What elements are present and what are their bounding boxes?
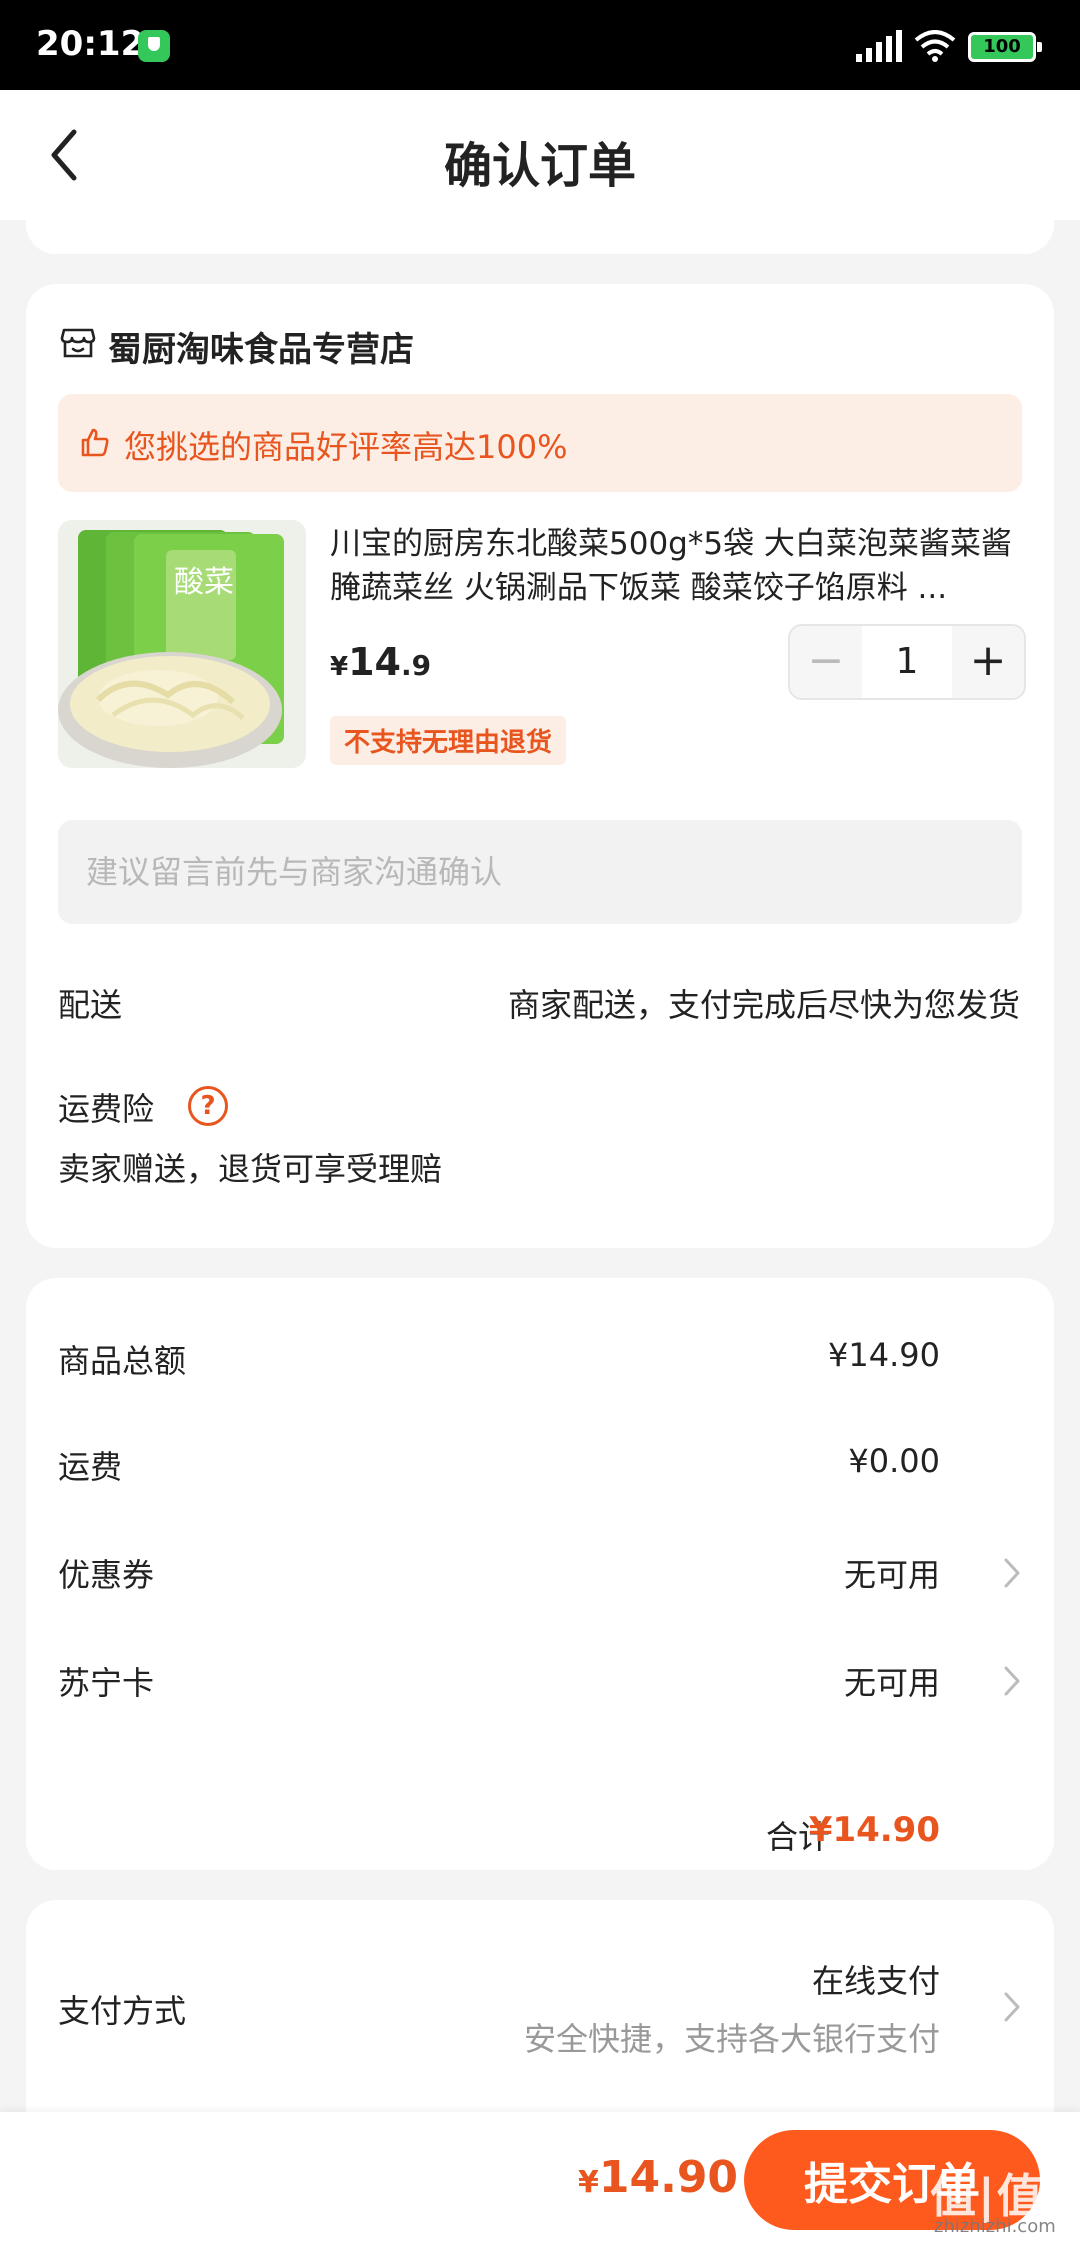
- quantity-decrease-button[interactable]: −: [790, 626, 862, 698]
- coupon-label: 优惠券: [58, 1556, 155, 1594]
- back-button[interactable]: [40, 120, 100, 190]
- shipping-insurance-description: 卖家赠送，退货可享受理赔: [58, 1150, 443, 1188]
- rating-banner: 您挑选的商品好评率高达100%: [58, 394, 1022, 492]
- product-title[interactable]: 川宝的厨房东北酸菜500g*5袋 大白菜泡菜酱菜酱腌蔬菜丝 火锅涮品下饭菜 酸菜…: [330, 522, 1030, 610]
- shield-icon: [138, 30, 170, 62]
- price-summary-card: 商品总额 ¥14.90 运费 ¥0.00 优惠券 无可用 苏宁卡 无可用 合计 …: [26, 1278, 1054, 1870]
- shop-card: 蜀厨淘味食品专营店 您挑选的商品好评率高达100% 酸菜 川宝的厨房东北酸菜50…: [26, 284, 1054, 1248]
- coupon-value: 无可用: [843, 1556, 940, 1594]
- status-time: 20:12: [36, 24, 145, 64]
- chevron-right-icon: [1004, 1666, 1020, 1696]
- suning-card-row[interactable]: 苏宁卡 无可用: [26, 1636, 1054, 1726]
- delivery-label: 配送: [58, 986, 123, 1024]
- help-icon[interactable]: ?: [188, 1086, 228, 1126]
- return-policy-badge: 不支持无理由退货: [330, 716, 567, 765]
- thumbs-up-icon: [81, 428, 109, 457]
- bottom-action-bar: ¥14.90 提交订单: [0, 2112, 1080, 2248]
- total-value: ¥14.90: [808, 1810, 940, 1850]
- product-image-graphic: 酸菜: [58, 520, 306, 768]
- product-price: ¥14.9: [330, 640, 431, 684]
- bottom-price-symbol: ¥: [578, 2165, 599, 2200]
- price-symbol: ¥: [330, 652, 349, 682]
- package-label: 酸菜: [174, 565, 234, 600]
- battery-indicator: 100: [968, 32, 1042, 62]
- chevron-right-icon: [1004, 1558, 1020, 1588]
- signal-icon: [856, 30, 902, 62]
- suning-card-label: 苏宁卡: [58, 1664, 155, 1702]
- chevron-right-icon: [1004, 1992, 1020, 2022]
- status-bar: 20:12 100: [0, 0, 1080, 90]
- price-decimal: .9: [400, 649, 432, 682]
- payment-method-label: 支付方式: [58, 1992, 187, 2030]
- payment-method-row[interactable]: 支付方式 在线支付 安全快捷，支持各大银行支付: [26, 1940, 1054, 2070]
- store-icon: [60, 328, 96, 358]
- bottom-total-price: ¥14.90: [578, 2152, 738, 2203]
- bottom-price-amount: 14.90: [598, 2152, 739, 2203]
- quantity-increase-button[interactable]: +: [952, 626, 1024, 698]
- delivery-value: 商家配送，支付完成后尽快为您发货: [507, 986, 1020, 1024]
- payment-method-value: 在线支付: [811, 1962, 940, 2000]
- price-integer: 14: [348, 640, 401, 684]
- rating-text: 您挑选的商品好评率高达100%: [124, 428, 568, 466]
- shipping-insurance-label: 运费险: [58, 1090, 155, 1128]
- shipping-fee-label: 运费: [58, 1448, 123, 1486]
- status-indicators: 100: [856, 0, 1080, 90]
- watermark-url: zhizhizhi.com: [934, 2216, 1056, 2237]
- order-note-input[interactable]: [58, 820, 1022, 924]
- product-image[interactable]: 酸菜: [58, 520, 306, 768]
- quantity-stepper: − 1 +: [788, 624, 1026, 700]
- suning-card-value: 无可用: [843, 1664, 940, 1702]
- goods-total-value: ¥14.90: [828, 1336, 940, 1374]
- shipping-fee-value: ¥0.00: [848, 1442, 940, 1480]
- page-title: 确认订单: [443, 138, 636, 194]
- address-card-stub: [26, 198, 1054, 254]
- wifi-icon: [914, 30, 956, 62]
- shop-name: 蜀厨淘味食品专营店: [108, 330, 414, 370]
- coupon-row[interactable]: 优惠券 无可用: [26, 1528, 1054, 1618]
- goods-total-label: 商品总额: [58, 1342, 187, 1380]
- payment-method-description: 安全快捷，支持各大银行支付: [523, 2020, 940, 2058]
- quantity-value[interactable]: 1: [862, 626, 952, 698]
